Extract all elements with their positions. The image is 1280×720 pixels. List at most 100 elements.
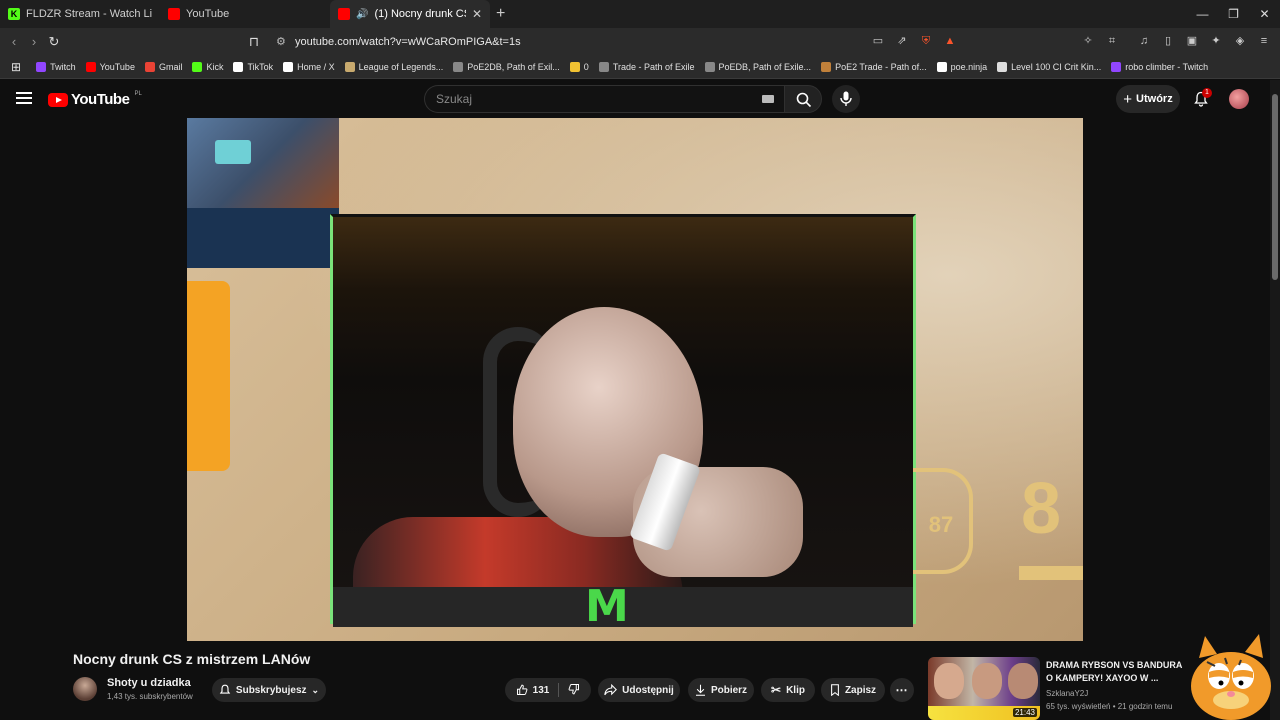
youtube-logo[interactable]: YouTube PL bbox=[48, 91, 142, 108]
logo-region: PL bbox=[134, 91, 142, 97]
rewards-icon[interactable]: ▲ bbox=[940, 31, 960, 51]
clip-button[interactable]: ✂ Klip bbox=[761, 678, 815, 702]
tab-youtube[interactable]: YouTube bbox=[160, 0, 320, 28]
like-button[interactable]: 131 bbox=[516, 684, 549, 696]
bookmark-item[interactable]: 0 bbox=[565, 61, 594, 72]
bookmark-favicon-icon bbox=[344, 61, 355, 72]
hamburger-menu-icon[interactable] bbox=[16, 92, 32, 104]
bookmark-item[interactable]: robo climber - Twitch bbox=[1106, 61, 1213, 72]
create-button[interactable]: + Utwórz bbox=[1116, 85, 1180, 113]
tab-current-video[interactable]: 🔊 (1) Nocny drunk CS z mistrze ✕ bbox=[330, 0, 490, 28]
recommended-thumbnail[interactable]: 21:43 bbox=[928, 657, 1040, 720]
share-button[interactable]: Udostępnij bbox=[598, 678, 680, 702]
video-player[interactable]: M 87 8 bbox=[187, 118, 1083, 641]
bookmark-favicon-icon bbox=[192, 61, 203, 72]
site-info-icon[interactable]: ⚙ bbox=[276, 35, 286, 48]
close-tab-icon[interactable]: ✕ bbox=[472, 7, 482, 21]
bookmark-label: Kick bbox=[206, 61, 224, 72]
share-label: Udostępnij bbox=[622, 684, 674, 696]
keyboard-icon[interactable] bbox=[762, 95, 774, 103]
bookmark-item[interactable]: poe.ninja bbox=[932, 61, 993, 72]
divider bbox=[558, 683, 560, 697]
bookmark-label: Home / X bbox=[297, 61, 335, 72]
save-button[interactable]: Zapisz bbox=[821, 678, 885, 702]
bookmark-item[interactable]: PoEDB, Path of Exile... bbox=[700, 61, 817, 72]
channel-name[interactable]: Shoty u dziadka bbox=[107, 677, 191, 689]
share-icon[interactable]: ⇗ bbox=[892, 31, 912, 51]
garfield-cat-sticker bbox=[1191, 634, 1271, 720]
screenshot-icon[interactable]: ⌗ bbox=[1102, 31, 1122, 51]
brave-shield-icon[interactable]: ⛨ bbox=[916, 31, 936, 51]
reload-icon[interactable]: ↻ bbox=[44, 34, 64, 50]
address-toolbar: ‹ › ↻ ⊓ ⚙ youtube.com/watch?v=wWCaROmPIG… bbox=[0, 28, 1280, 55]
youtube-play-icon bbox=[48, 92, 68, 107]
bookmark-item[interactable]: Trade - Path of Exile bbox=[594, 61, 700, 72]
bookmark-favicon-icon bbox=[283, 61, 294, 72]
tab-kick-stream[interactable]: K FLDZR Stream - Watch Live on Kick bbox=[0, 0, 160, 28]
youtube-header: YouTube PL Szukaj + Utwórz 1 bbox=[0, 80, 1270, 118]
extension-icon[interactable]: ✧ bbox=[1078, 31, 1098, 51]
search-placeholder: Szukaj bbox=[436, 92, 473, 106]
bookmark-label: TikTok bbox=[247, 61, 274, 72]
webcam-frame: M bbox=[330, 214, 916, 632]
minimize-icon[interactable]: — bbox=[1187, 0, 1218, 28]
forward-icon[interactable]: › bbox=[24, 34, 44, 49]
kick-icon: K bbox=[8, 8, 20, 20]
close-window-icon[interactable]: ✕ bbox=[1249, 0, 1280, 28]
speaker-icon[interactable]: 🔊 bbox=[356, 9, 368, 20]
overlay-bar bbox=[1019, 566, 1083, 580]
download-icon bbox=[695, 684, 705, 696]
video-title: Nocny drunk CS z mistrzem LANów bbox=[73, 651, 311, 667]
bookmark-item[interactable]: PoE2 Trade - Path of... bbox=[816, 61, 932, 72]
recommended-title[interactable]: DRAMA RYBSON VS BANDURA O KAMPERY! XAYOO… bbox=[1046, 659, 1186, 685]
more-actions-button[interactable]: ⋯ bbox=[890, 678, 914, 702]
scrollbar-thumb[interactable] bbox=[1272, 94, 1278, 280]
browser-tab-bar: K FLDZR Stream - Watch Live on Kick YouT… bbox=[0, 0, 1280, 28]
music-icon[interactable]: ♫ bbox=[1134, 31, 1154, 51]
bookmark-item[interactable]: Kick bbox=[187, 61, 228, 72]
wallet-icon[interactable]: ▣ bbox=[1182, 31, 1202, 51]
dislike-button[interactable] bbox=[568, 683, 580, 698]
recommended-meta: 65 tys. wyświetleń • 21 godzin temu bbox=[1046, 702, 1173, 711]
bookmark-label: Twitch bbox=[50, 61, 76, 72]
bookmark-favicon-icon bbox=[233, 61, 244, 72]
apps-grid-icon[interactable]: ⊞ bbox=[6, 60, 31, 74]
bookmark-item[interactable]: Level 100 CI Crit Kin... bbox=[992, 61, 1106, 72]
voice-search-button[interactable] bbox=[832, 85, 860, 113]
video-overlay-orange bbox=[187, 281, 230, 471]
channel-avatar[interactable] bbox=[73, 677, 97, 701]
microphone-icon bbox=[840, 91, 852, 106]
search-icon bbox=[796, 92, 812, 108]
cast-icon[interactable]: ▭ bbox=[868, 31, 888, 51]
restore-icon[interactable]: ❐ bbox=[1218, 0, 1249, 28]
search-button[interactable] bbox=[784, 85, 822, 113]
recommended-channel[interactable]: SzklanaY2J bbox=[1046, 689, 1088, 698]
sidebar-icon[interactable]: ▯ bbox=[1158, 31, 1178, 51]
back-icon[interactable]: ‹ bbox=[4, 34, 24, 49]
plus-icon[interactable]: + bbox=[496, 5, 505, 23]
bookmark-item[interactable]: Home / X bbox=[278, 61, 340, 72]
video-overlay-topleft bbox=[187, 118, 339, 208]
search-input[interactable]: Szukaj bbox=[424, 85, 784, 113]
vpn-icon[interactable]: ◈ bbox=[1230, 31, 1250, 51]
bookmark-label: Level 100 CI Crit Kin... bbox=[1011, 61, 1102, 72]
tab-label: FLDZR Stream - Watch Live on Kick bbox=[26, 8, 152, 20]
share-arrow-icon bbox=[604, 684, 618, 696]
page-scrollbar[interactable] bbox=[1270, 80, 1280, 720]
bookmark-item[interactable]: Twitch bbox=[31, 61, 81, 72]
bookmark-icon[interactable]: ⊓ bbox=[244, 34, 264, 50]
bookmark-item[interactable]: YouTube bbox=[81, 61, 140, 72]
tab-label: (1) Nocny drunk CS z mistrze bbox=[374, 8, 465, 20]
subscribe-button[interactable]: Subskrybujesz ⌄ bbox=[212, 678, 326, 702]
bookmark-item[interactable]: TikTok bbox=[228, 61, 278, 72]
bookmark-item[interactable]: PoE2DB, Path of Exil... bbox=[448, 61, 565, 72]
bookmark-favicon-icon bbox=[144, 61, 155, 72]
logo-text: YouTube bbox=[71, 91, 130, 108]
leo-icon[interactable]: ✦ bbox=[1206, 31, 1226, 51]
avatar[interactable] bbox=[1229, 89, 1249, 109]
tab-label: YouTube bbox=[186, 8, 230, 20]
bookmark-item[interactable]: League of Legends... bbox=[340, 61, 449, 72]
download-button[interactable]: Pobierz bbox=[688, 678, 754, 702]
menu-icon[interactable]: ≡ bbox=[1254, 31, 1274, 51]
bookmark-item[interactable]: Gmail bbox=[140, 61, 188, 72]
